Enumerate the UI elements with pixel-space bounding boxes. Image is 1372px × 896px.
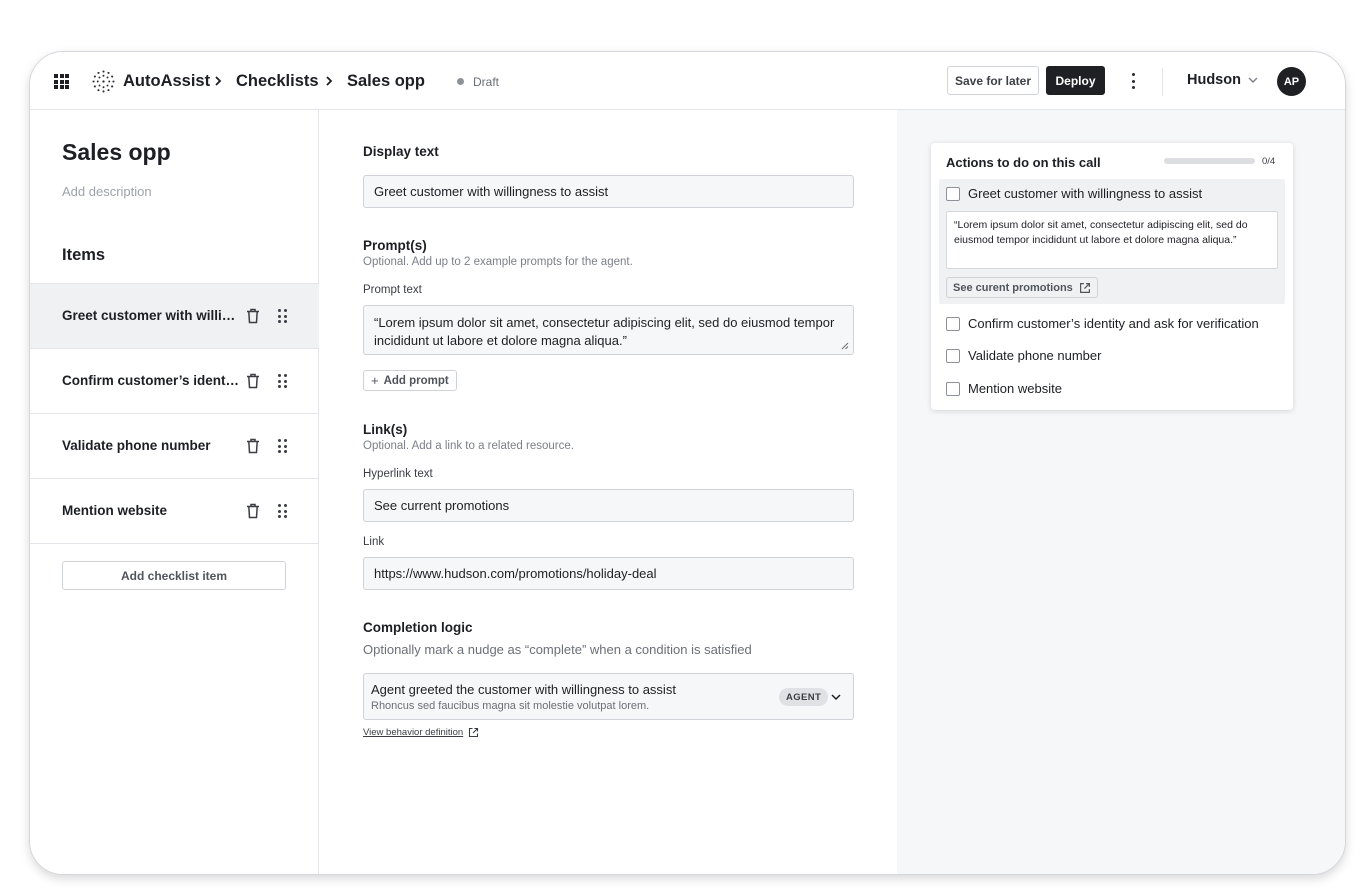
- add-prompt-button[interactable]: + Add prompt: [363, 370, 457, 391]
- prompt-text-label: Prompt text: [363, 284, 422, 296]
- task-label: Confirm customer’s identity and ask for …: [968, 316, 1259, 331]
- checkbox[interactable]: [946, 186, 960, 201]
- trash-icon[interactable]: [246, 373, 260, 389]
- checkbox[interactable]: [946, 381, 960, 396]
- sidebar: Sales opp Add description Items Greet cu…: [30, 110, 319, 874]
- view-behavior-definition-label: View behavior definition: [363, 727, 464, 738]
- kebab-menu-icon[interactable]: [1130, 73, 1136, 89]
- plus-icon: +: [371, 373, 379, 388]
- apps-grid-icon[interactable]: [54, 74, 69, 89]
- item-editor: Display text Prompt(s) Optional. Add up …: [320, 110, 897, 874]
- completion-logic-help: Optionally mark a nudge as “complete” wh…: [363, 642, 752, 657]
- header-divider: [1162, 68, 1163, 96]
- external-link-icon: [469, 727, 479, 738]
- checklist-item-label: Mention website: [62, 503, 168, 518]
- checklist-items-list: Greet customer with willingness to assis…: [30, 283, 319, 544]
- checklist-item-label: Greet customer with willingness to assis…: [62, 308, 240, 323]
- checkbox[interactable]: [946, 348, 960, 363]
- resize-handle-icon[interactable]: [841, 342, 849, 350]
- checklist-item[interactable]: Greet customer with willingness to assis…: [30, 284, 319, 349]
- task-checkbox-item[interactable]: Mention website: [946, 381, 1062, 396]
- condition-title: Agent greeted the customer with willingn…: [371, 682, 676, 697]
- progress-bar: [1164, 158, 1255, 164]
- chevron-right-icon: [326, 76, 333, 86]
- deploy-button[interactable]: Deploy: [1046, 66, 1105, 95]
- link-label: Link: [363, 536, 385, 548]
- checkbox[interactable]: [946, 316, 960, 331]
- task-label: Validate phone number: [968, 348, 1102, 363]
- breadcrumb-checklists[interactable]: Checklists: [236, 72, 319, 91]
- trash-icon[interactable]: [246, 503, 260, 519]
- task-checkbox-item[interactable]: Validate phone number: [946, 348, 1101, 363]
- task-checkbox-item[interactable]: Confirm customer’s identity and ask for …: [946, 316, 1259, 331]
- prompt-text-input[interactable]: “Lorem ipsum dolor sit amet, consectetur…: [363, 305, 854, 355]
- checklist-item-label: Validate phone number: [62, 438, 211, 453]
- org-name: Hudson: [1187, 72, 1241, 88]
- status-badge: Draft: [457, 75, 499, 89]
- prompts-label: Prompt(s): [363, 238, 427, 253]
- trash-icon[interactable]: [246, 308, 260, 324]
- drag-handle-icon[interactable]: [278, 309, 287, 323]
- preview-title: Actions to do on this call: [946, 155, 1101, 170]
- completion-logic-label: Completion logic: [363, 620, 473, 635]
- task-label: Greet customer with willingness to assis…: [968, 186, 1203, 201]
- drag-handle-icon[interactable]: [278, 374, 287, 388]
- external-link-icon: [1079, 282, 1090, 293]
- drag-handle-icon[interactable]: [278, 504, 287, 518]
- link-url-input[interactable]: [363, 557, 854, 590]
- top-bar: AutoAssist Checklists Sales opp Draft Sa…: [30, 52, 1345, 110]
- preview-panel: Actions to do on this call 0/4 Greet cus…: [897, 110, 1345, 874]
- agent-badge: AGENT: [779, 688, 829, 706]
- display-text-input[interactable]: [363, 175, 854, 208]
- promotions-link-label: See curent promotions: [953, 281, 1073, 294]
- prompts-help: Optional. Add up to 2 example prompts fo…: [363, 256, 633, 268]
- promotions-link[interactable]: See curent promotions: [946, 277, 1098, 298]
- view-behavior-definition-link[interactable]: View behavior definition: [363, 727, 479, 738]
- links-help: Optional. Add a link to a related resour…: [363, 440, 574, 452]
- prompt-quote: “Lorem ipsum dolor sit amet, consectetur…: [946, 211, 1278, 269]
- save-for-later-button[interactable]: Save for later: [947, 66, 1039, 95]
- chevron-down-icon: [1248, 77, 1258, 83]
- checklist-item[interactable]: Mention website: [30, 479, 319, 544]
- task-label: Mention website: [968, 381, 1062, 396]
- checklist-item[interactable]: Confirm customer’s identity and ask for …: [30, 349, 319, 414]
- app-window: AutoAssist Checklists Sales opp Draft Sa…: [29, 51, 1346, 875]
- status-dot-icon: [457, 78, 464, 85]
- chevron-right-icon: [215, 76, 222, 86]
- items-heading: Items: [62, 246, 106, 264]
- trash-icon[interactable]: [246, 438, 260, 454]
- preview-card: Actions to do on this call 0/4 Greet cus…: [931, 143, 1293, 410]
- hyperlink-text-input[interactable]: [363, 489, 854, 522]
- add-prompt-label: Add prompt: [383, 374, 449, 387]
- drag-handle-icon[interactable]: [278, 439, 287, 453]
- app-name[interactable]: AutoAssist: [123, 72, 210, 91]
- condition-subtitle: Rhoncus sed faucibus magna sit molestie …: [371, 700, 650, 712]
- chevron-down-icon: [831, 694, 841, 701]
- task-checkbox-item[interactable]: Greet customer with willingness to assis…: [946, 186, 1202, 201]
- avatar[interactable]: AP: [1277, 67, 1306, 96]
- checklist-item-label: Confirm customer’s identity and ask for …: [62, 373, 240, 388]
- description-input[interactable]: Add description: [62, 184, 152, 199]
- completion-condition-select[interactable]: Agent greeted the customer with willingn…: [363, 673, 854, 720]
- prompt-text-value: “Lorem ipsum dolor sit amet, consectetur…: [374, 315, 835, 348]
- org-switcher[interactable]: Hudson: [1187, 72, 1259, 88]
- display-text-label: Display text: [363, 144, 439, 159]
- autoassist-logo-icon: [92, 70, 115, 93]
- add-checklist-item-button[interactable]: Add checklist item: [62, 561, 286, 590]
- progress-count: 0/4: [1262, 156, 1276, 167]
- hyperlink-text-label: Hyperlink text: [363, 468, 433, 480]
- checklist-item[interactable]: Validate phone number: [30, 414, 319, 479]
- breadcrumb-current: Sales opp: [347, 72, 425, 90]
- checklist-title[interactable]: Sales opp: [62, 139, 171, 166]
- links-label: Link(s): [363, 422, 408, 437]
